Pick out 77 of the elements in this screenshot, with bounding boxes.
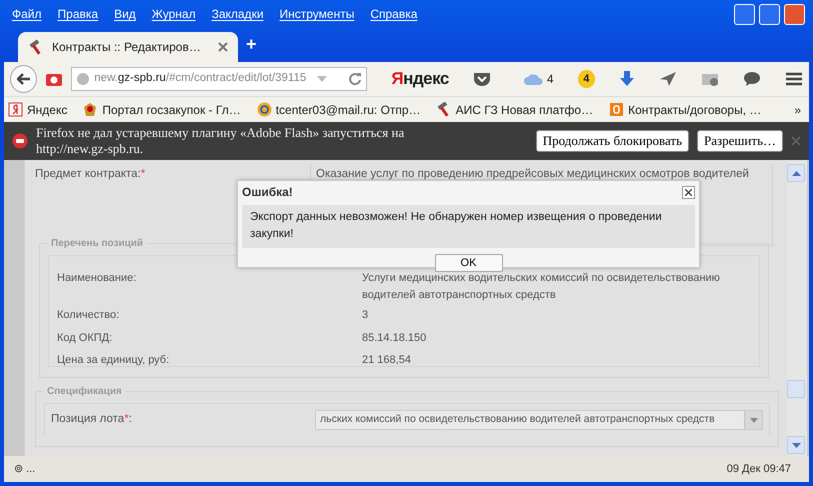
menu-item[interactable]: Закладки	[212, 5, 264, 23]
field-value: 3	[362, 308, 368, 323]
url-text: new.gz-spb.ru/#cm/contract/edit/lot/39115	[94, 71, 308, 86]
back-arrow-icon	[16, 73, 31, 85]
reload-icon[interactable]	[348, 72, 362, 86]
bookmark-favicon-icon	[609, 102, 624, 117]
scrollbar[interactable]	[787, 160, 807, 456]
bookmark-favicon-icon	[8, 102, 23, 117]
download-icon[interactable]	[618, 70, 635, 88]
scroll-down-icon[interactable]	[792, 442, 800, 448]
close-button[interactable]	[682, 186, 695, 198]
notification-button[interactable]: Продолжать блокировать	[536, 130, 690, 152]
more-bookmarks-button[interactable]: »	[794, 100, 801, 118]
status-clock: 09 Дек 09:47	[726, 462, 791, 477]
address-field[interactable]: new.gz-spb.ru/#cm/contract/edit/lot/39115	[71, 67, 368, 91]
notification-button[interactable]: Разрешить…	[697, 130, 783, 152]
field-label: :	[128, 412, 132, 428]
scroll-thumb[interactable]	[787, 380, 805, 398]
field-label: Код ОКПД:	[57, 330, 114, 346]
close-icon[interactable]	[218, 42, 228, 52]
field-value: Оказание услуг по проведению предрейсовых медицинских осмотров водителей	[316, 168, 749, 180]
menu-item[interactable]: Файл	[12, 5, 42, 23]
ok-button[interactable]: OK	[434, 254, 502, 272]
section-legend: Спецификация	[44, 384, 125, 399]
back-button[interactable]	[10, 65, 38, 93]
field-label: Позиция лота	[51, 412, 124, 428]
field-value: 85.14.18.150	[362, 330, 426, 346]
send-icon[interactable]	[658, 71, 677, 87]
menu-item[interactable]: Справка	[370, 5, 418, 23]
new-tab-button[interactable]: +	[246, 31, 257, 58]
scroll-up-icon[interactable]	[792, 170, 800, 176]
search-logo[interactable]: Яндекс	[391, 66, 449, 92]
dialog-title: Ошибка!	[242, 184, 293, 201]
globe-icon	[76, 72, 90, 86]
camera-icon[interactable]	[45, 71, 64, 87]
tab-title: Контракты :: Редактиров…	[52, 39, 202, 56]
cloud-count: 4	[546, 71, 554, 88]
bookmark-item[interactable]: Яндекс	[8, 100, 68, 118]
field-label: Предмет контракта:	[35, 167, 141, 182]
plugin-blocked-icon	[12, 133, 28, 149]
emblem-icon	[83, 102, 98, 117]
menu-item[interactable]: Вид	[114, 5, 136, 23]
required-mark: *	[140, 167, 146, 182]
minimize-button[interactable]	[734, 4, 755, 24]
section-legend: Перечень позиций	[48, 236, 146, 251]
maximize-button[interactable]	[759, 4, 780, 24]
bookmark-item[interactable]: tcenter03@mail.ru: Отпр…	[256, 100, 421, 118]
browser-tab[interactable]: Контракты :: Редактиров…	[18, 32, 238, 62]
cloud-button[interactable]: 4	[506, 70, 554, 88]
chat-icon[interactable]	[742, 71, 761, 87]
bookmark-label: Яндекс	[27, 102, 68, 118]
menu-icon[interactable]	[784, 72, 803, 86]
field-label: Наименование:	[57, 271, 138, 286]
field-label: Количество:	[57, 308, 120, 323]
notification-badge[interactable]: 4	[578, 70, 595, 88]
field-value: Услуги медицинских водительских комиссий по освидетельствованию водителей автотранспортных средств	[362, 271, 721, 302]
bookmark-label: АИС ГЗ Новая платфо…	[456, 102, 594, 118]
select-field[interactable]: льских комиссий по освидетельствованию водителей автотранспортных средств	[315, 410, 763, 430]
close-icon	[685, 188, 692, 196]
dropdown-icon	[750, 418, 758, 422]
menu-item[interactable]: Инструменты	[280, 5, 354, 23]
pocket-icon[interactable]	[472, 71, 491, 87]
field-label: Цена за единицу, руб:	[57, 353, 170, 368]
bookmark-item[interactable]: Контракты/договоры, …	[609, 100, 762, 118]
required-mark: *	[124, 412, 129, 428]
bookmark-label: tcenter03@mail.ru: Отпр…	[276, 102, 421, 118]
bookmark-item[interactable]: Портал госзакупок - Гл…	[83, 100, 241, 118]
status-text: ⊚ ...	[14, 462, 36, 477]
bookmark-label: Контракты/договоры, …	[628, 102, 762, 118]
dialog-message: Экспорт данных невозможен! Не обнаружен номер извещения о проведении закупки!	[242, 205, 695, 248]
field-value: 21 168,54	[362, 353, 411, 368]
menu-item[interactable]: Правка	[58, 5, 98, 23]
bookmark-item[interactable]: АИС ГЗ Новая платфо…	[436, 100, 594, 118]
menu-item[interactable]: Журнал	[152, 5, 196, 23]
cloud-icon	[522, 72, 543, 86]
bookmark-label: Портал госзакупок - Гл…	[102, 102, 241, 118]
notification-text: Firefox не дал устаревшему плагину «Adobe Flash» запуститься на http://new.gz-spb.ru.	[36, 125, 406, 157]
